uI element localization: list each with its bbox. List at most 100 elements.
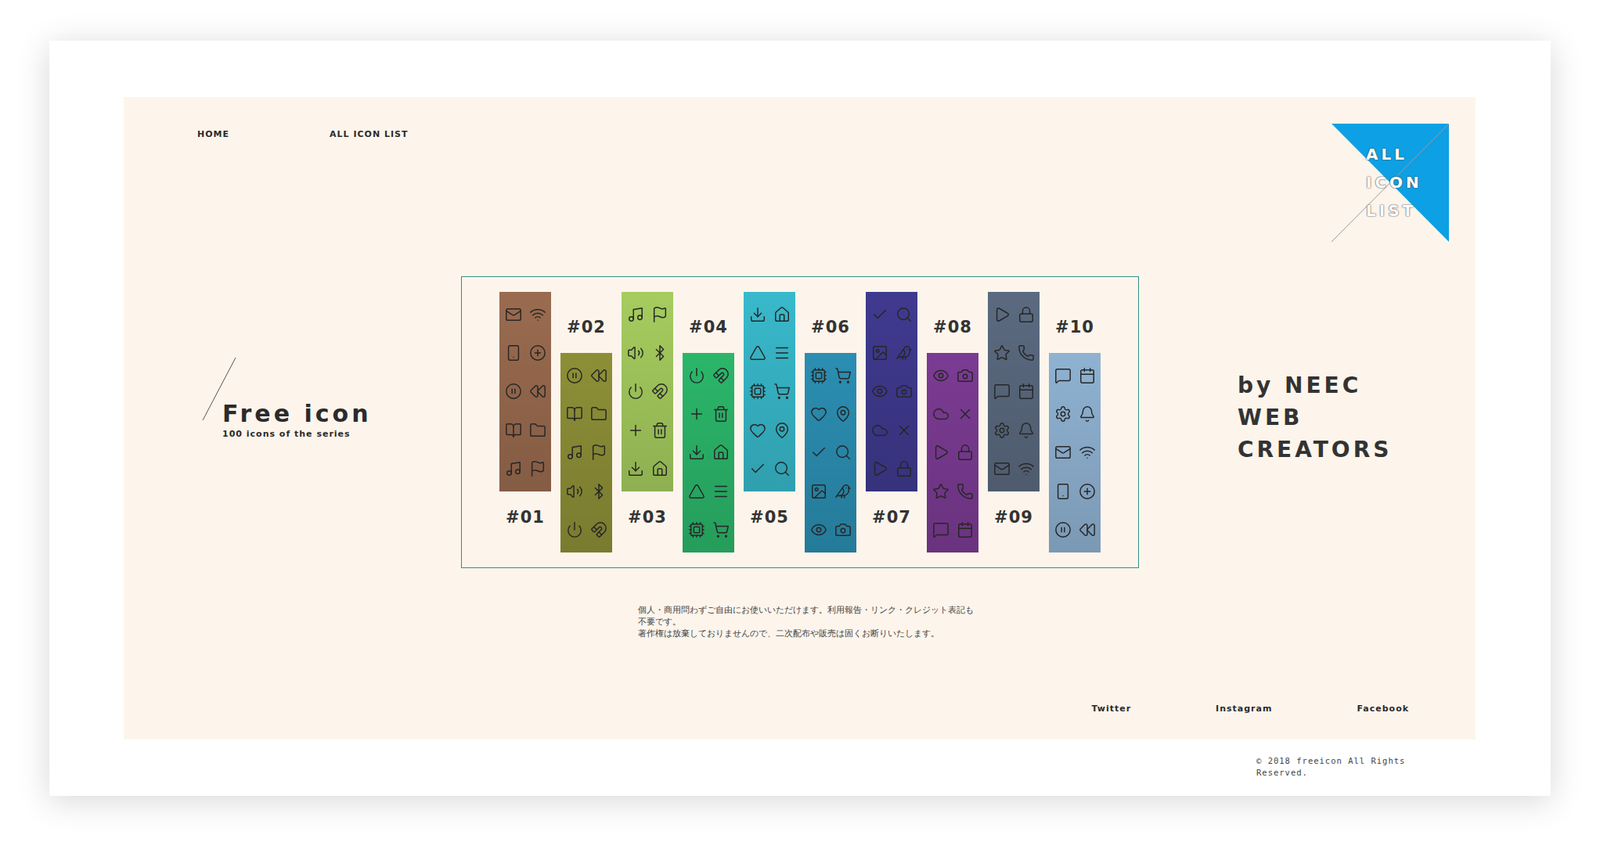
plus-icon <box>688 405 706 423</box>
magnet-icon <box>651 382 669 400</box>
search-icon <box>773 460 791 478</box>
eye-icon <box>871 382 889 400</box>
chip-icon <box>749 382 767 400</box>
series-label[interactable]: #04 <box>682 301 735 354</box>
series-column: #06 <box>804 291 857 553</box>
footer: © 2018 freeicon All Rights Reserved. <box>123 739 1476 779</box>
description-line: 不要です。 <box>637 616 1476 628</box>
bluetooth-icon <box>590 482 608 501</box>
series-label[interactable]: #10 <box>1048 301 1101 354</box>
message-icon <box>1054 367 1072 385</box>
main-panel: HOMEALL ICON LISTALLICONLISTFree icon100… <box>123 97 1476 740</box>
folder-icon <box>529 421 547 440</box>
series-bar[interactable] <box>499 291 552 492</box>
nav-link[interactable]: ALL ICON LIST <box>329 129 408 140</box>
series-bar[interactable] <box>621 291 674 492</box>
series-label[interactable]: #09 <box>987 491 1040 544</box>
camera-icon <box>895 382 913 400</box>
mail-icon <box>1054 443 1072 462</box>
social-link[interactable]: Twitter <box>1091 703 1132 714</box>
series-bar[interactable] <box>560 353 613 553</box>
series-bar[interactable] <box>926 353 979 553</box>
message-icon <box>993 382 1011 400</box>
close-icon <box>895 421 913 440</box>
social-link[interactable]: Facebook <box>1356 703 1410 714</box>
series-column: #10 <box>1048 291 1101 553</box>
power-icon <box>627 382 645 400</box>
all-icon-list-badge[interactable]: ALLICONLIST <box>1331 123 1449 242</box>
series-bar[interactable] <box>865 291 918 492</box>
folder-icon <box>590 405 608 423</box>
series-label[interactable]: #06 <box>804 301 857 354</box>
rewind-icon <box>529 382 547 400</box>
play-icon <box>871 460 889 478</box>
badge-line: LIST <box>1365 196 1449 225</box>
cart-icon <box>712 521 730 539</box>
badge-line: ALL <box>1365 140 1449 169</box>
series-box: #01 #02 #03 #04 #05 #06 #07 #08 #09 #10 <box>461 276 1139 569</box>
trash-icon <box>712 405 730 423</box>
series-column: #01 <box>499 291 552 553</box>
check-icon <box>871 306 889 324</box>
bell-icon <box>1017 421 1035 440</box>
image-icon <box>810 482 828 501</box>
menu-icon <box>773 344 791 362</box>
lock-icon <box>895 460 913 478</box>
series-label[interactable]: #08 <box>926 301 979 354</box>
rewind-icon <box>1078 521 1096 539</box>
power-icon <box>688 367 706 385</box>
chip-icon <box>810 367 828 385</box>
lock-icon <box>956 443 974 462</box>
hero-title: Free icon <box>222 400 462 428</box>
header: HOME ALL ICON LIST ALLICONLIST <box>123 97 1476 242</box>
series-bar[interactable] <box>682 353 735 553</box>
nav: HOME ALL ICON LIST <box>197 129 408 140</box>
chip-icon <box>688 521 706 539</box>
social-link[interactable]: Instagram <box>1215 703 1273 714</box>
social-links: Twitter Instagram Facebook <box>123 703 1476 714</box>
star-icon <box>932 482 950 501</box>
phone-icon <box>1017 344 1035 362</box>
series-column: #05 <box>743 291 796 553</box>
series-bar[interactable] <box>804 353 857 553</box>
creators-line: WEB <box>1237 401 1476 434</box>
wifi-icon <box>1017 460 1035 478</box>
smartphone-icon <box>504 344 523 362</box>
volume-icon <box>565 482 584 501</box>
series-bar[interactable] <box>1048 353 1101 553</box>
series-column: #04 <box>682 291 735 553</box>
power-icon <box>565 521 584 539</box>
series-label[interactable]: #02 <box>560 301 613 354</box>
series-bar[interactable] <box>743 291 796 492</box>
series-column: #02 <box>560 291 613 553</box>
copyright: © 2018 freeicon All Rights Reserved. <box>1256 755 1421 779</box>
flag-icon <box>590 443 608 462</box>
pin-icon <box>773 421 791 440</box>
heart-icon <box>749 421 767 440</box>
series-label[interactable]: #07 <box>865 491 918 544</box>
menu-icon <box>712 482 730 501</box>
series-label[interactable]: #03 <box>621 491 674 544</box>
page: HOMEALL ICON LISTALLICONLISTFree icon100… <box>0 0 1600 853</box>
series-bar[interactable] <box>987 291 1040 492</box>
bird-icon <box>834 482 852 501</box>
mail-icon <box>993 460 1011 478</box>
house-icon <box>651 460 669 478</box>
flag-icon <box>529 460 547 478</box>
house-icon <box>773 306 791 324</box>
calendar-icon <box>1078 367 1096 385</box>
calendar-icon <box>956 521 974 539</box>
play-icon <box>932 443 950 462</box>
cloud-icon <box>932 405 950 423</box>
nav-link[interactable]: HOME <box>197 129 230 140</box>
circle-plus-icon <box>529 344 547 362</box>
lock-icon <box>1017 306 1035 324</box>
camera-icon <box>834 521 852 539</box>
creators-line: by NEEC <box>1237 369 1476 402</box>
phone-icon <box>956 482 974 501</box>
bluetooth-icon <box>651 344 669 362</box>
slash-decoration-icon <box>201 357 237 421</box>
series-label[interactable]: #01 <box>499 491 552 544</box>
music-icon <box>627 306 645 324</box>
series-label[interactable]: #05 <box>743 491 796 544</box>
